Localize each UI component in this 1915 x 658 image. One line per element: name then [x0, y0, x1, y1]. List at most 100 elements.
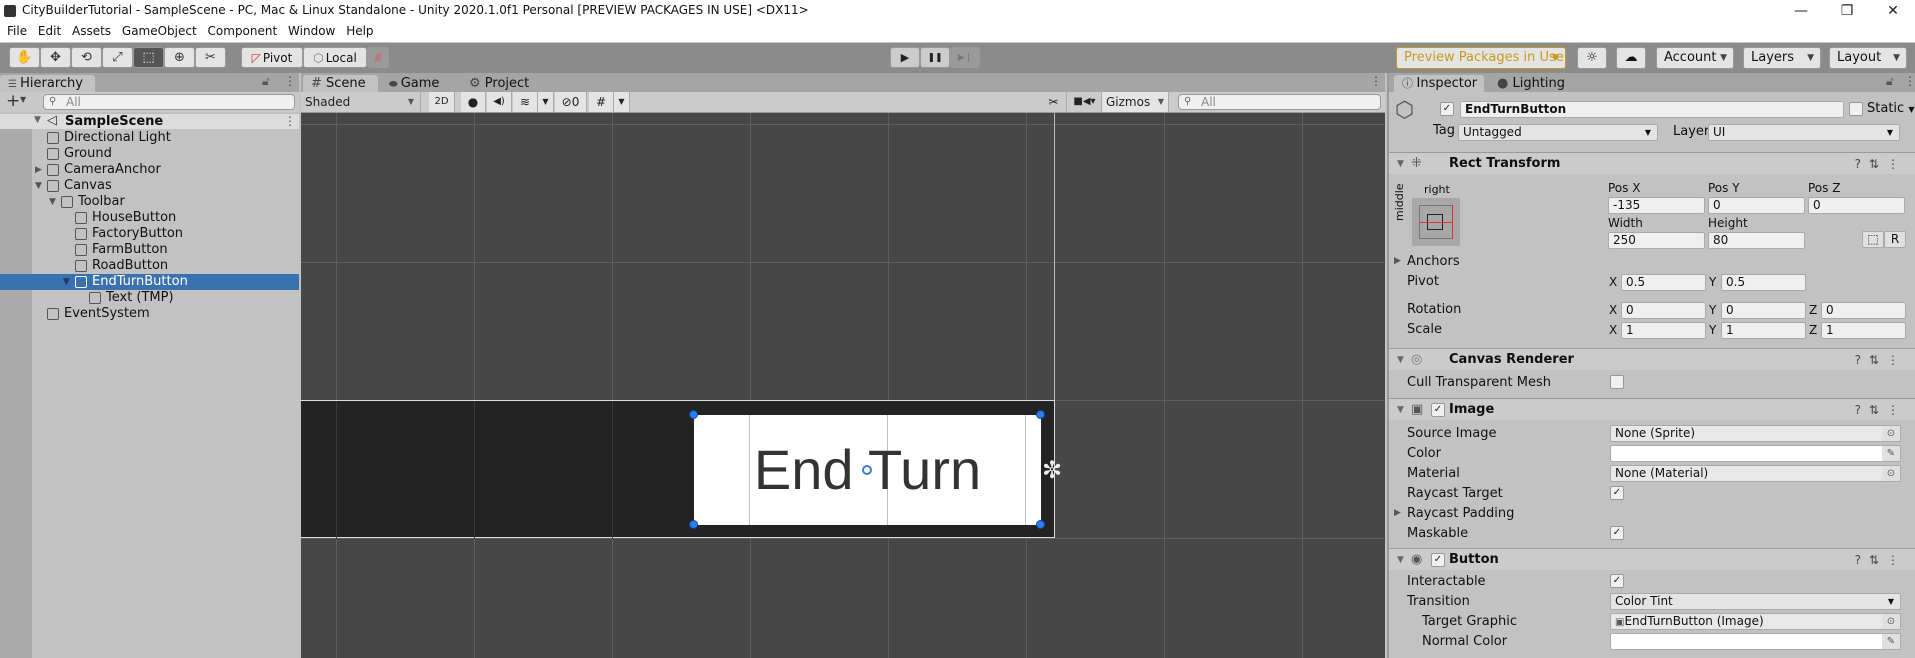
raw-edit-button[interactable]: R	[1884, 231, 1906, 248]
object-picker-icon[interactable]: ⊙	[1882, 426, 1900, 441]
minimize-button[interactable]: —	[1778, 0, 1824, 22]
pos-z-input[interactable]: 0	[1808, 197, 1905, 214]
transform-tool-button[interactable]: ⊕	[164, 47, 195, 68]
audio-toggle[interactable]: ◀)	[487, 92, 512, 112]
maskable-checkbox[interactable]: ✓	[1610, 526, 1624, 540]
scene-viewport[interactable]: End Turn ✼	[301, 113, 1385, 658]
hierarchy-item[interactable]: RoadButton	[0, 258, 299, 274]
layers-dropdown[interactable]: Layers ▼	[1743, 47, 1821, 69]
chevron-down-icon[interactable]: ▼	[20, 95, 26, 104]
cloud-button[interactable]: ☁	[1616, 47, 1646, 69]
hand-tool-button[interactable]: ✋	[9, 47, 40, 68]
object-picker-icon[interactable]: ⊙	[1882, 466, 1900, 481]
rotation-z-input[interactable]: 0	[1821, 302, 1906, 319]
tab-game[interactable]: ⬬ Game	[381, 75, 457, 92]
fold-arrow-icon[interactable]: ▶	[35, 162, 42, 178]
component-header-icons[interactable]: ?⇅⋮	[1855, 549, 1907, 571]
color-field[interactable]: ✎	[1610, 445, 1901, 462]
maximize-button[interactable]: ❐	[1824, 0, 1870, 22]
hierarchy-search-input[interactable]: ⚲ All	[43, 94, 295, 110]
menu-assets[interactable]: Assets	[65, 22, 111, 38]
image-enabled-checkbox[interactable]: ✓	[1431, 403, 1445, 417]
resize-handle-bottom-right[interactable]	[1036, 520, 1045, 529]
width-input[interactable]: 250	[1608, 232, 1705, 249]
fold-arrow-icon[interactable]: ▼	[1397, 153, 1404, 175]
cull-transparent-mesh-checkbox[interactable]	[1610, 375, 1624, 389]
grid-dropdown[interactable]: ▼	[614, 92, 630, 112]
blueprint-mode-button[interactable]: ⬚	[1862, 231, 1884, 248]
eyedropper-icon[interactable]: ✎	[1882, 634, 1900, 649]
layer-dropdown[interactable]: UI ▼	[1708, 124, 1900, 141]
hierarchy-item[interactable]: Ground	[0, 146, 299, 162]
fold-arrow-icon[interactable]: ▼	[49, 194, 56, 210]
target-graphic-field[interactable]: ▣EndTurnButton (Image) ⊙	[1610, 613, 1901, 630]
source-image-field[interactable]: None (Sprite) ⊙	[1610, 425, 1901, 442]
fold-arrow-icon[interactable]: ▼	[35, 178, 42, 194]
height-input[interactable]: 80	[1708, 232, 1805, 249]
transition-dropdown[interactable]: Color Tint ▼	[1610, 593, 1901, 610]
active-checkbox[interactable]: ✓	[1440, 102, 1454, 116]
tab-lighting[interactable]: ● Lighting	[1489, 75, 1579, 92]
close-button[interactable]: ✕	[1870, 0, 1915, 22]
pos-x-input[interactable]: -135	[1608, 197, 1705, 214]
object-picker-icon[interactable]: ⊙	[1882, 614, 1900, 629]
hierarchy-item[interactable]: FactoryButton	[0, 226, 299, 242]
pos-y-input[interactable]: 0	[1708, 197, 1805, 214]
resize-handle-bottom-left[interactable]	[689, 520, 698, 529]
lighting-toggle[interactable]: ●	[461, 92, 486, 112]
image-component-header[interactable]: ▼ ▣ ✓ Image ?⇅⋮	[1389, 398, 1915, 420]
button-component-header[interactable]: ▼ ◉ ✓ Button ?⇅⋮	[1389, 548, 1915, 570]
pivot-toggle[interactable]: ◸ Pivot	[241, 47, 303, 68]
normal-color-field[interactable]: ✎	[1610, 633, 1901, 650]
fold-arrow-icon[interactable]: ▼	[63, 274, 70, 290]
scale-x-input[interactable]: 1	[1621, 322, 1706, 339]
more-options-icon[interactable]: ⋮	[284, 114, 296, 128]
menu-component[interactable]: Component	[201, 22, 278, 38]
pivot-handle[interactable]	[862, 465, 872, 475]
menu-help[interactable]: Help	[339, 22, 373, 38]
effects-toggle[interactable]: ≋	[513, 92, 538, 112]
resize-handle-top-right[interactable]	[1036, 410, 1045, 419]
fold-arrow-icon[interactable]: ▼	[1397, 549, 1404, 571]
rect-transform-header[interactable]: ▼ ⁜ Rect Transform ?⇅⋮	[1389, 152, 1915, 174]
lock-icon[interactable]: 🔓︎	[1886, 74, 1894, 89]
fold-arrow-icon[interactable]: ▼	[34, 115, 41, 125]
resize-handle-top-left[interactable]	[689, 410, 698, 419]
raycast-padding-label[interactable]: Raycast Padding	[1407, 505, 1514, 523]
pivot-y-input[interactable]: 0.5	[1721, 274, 1806, 291]
more-options-icon[interactable]: ⋮	[1904, 74, 1915, 88]
canvas-renderer-header[interactable]: ▼ ◎ Canvas Renderer ?⇅⋮	[1389, 348, 1915, 370]
material-field[interactable]: None (Material) ⊙	[1610, 465, 1901, 482]
anchors-label[interactable]: Anchors	[1407, 253, 1460, 271]
hierarchy-item[interactable]: ▼ EndTurnButton	[0, 274, 299, 290]
menu-gameobject[interactable]: GameObject	[115, 22, 197, 38]
scale-y-input[interactable]: 1	[1721, 322, 1806, 339]
hierarchy-item[interactable]: Directional Light	[0, 130, 299, 146]
hierarchy-item[interactable]: ▼ Canvas	[0, 178, 299, 194]
interactable-checkbox[interactable]: ✓	[1610, 574, 1624, 588]
raycast-target-checkbox[interactable]: ✓	[1610, 486, 1624, 500]
hierarchy-item[interactable]: ▶ CameraAnchor	[0, 162, 299, 178]
2d-toggle[interactable]: 2D	[429, 92, 455, 112]
hierarchy-item[interactable]: ▼ Toolbar	[0, 194, 299, 210]
more-options-icon[interactable]: ⋮	[284, 74, 296, 88]
menu-window[interactable]: Window	[281, 22, 335, 38]
fold-arrow-icon[interactable]: ▶	[1394, 256, 1401, 266]
tab-project-settings[interactable]: ⚙ Project Settings	[461, 75, 581, 108]
fold-arrow-icon[interactable]: ▶	[1394, 508, 1401, 518]
layout-dropdown[interactable]: Layout ▼	[1829, 47, 1907, 69]
static-dropdown[interactable]: Static ▼	[1867, 101, 1914, 116]
step-button[interactable]: ▶❘	[950, 47, 980, 68]
collab-button[interactable]: ☼	[1577, 47, 1607, 69]
hierarchy-item[interactable]: FarmButton	[0, 242, 299, 258]
tab-inspector[interactable]: ⓘ Inspector	[1394, 75, 1484, 92]
end-turn-button-preview[interactable]: End Turn	[694, 415, 1041, 525]
scale-z-input[interactable]: 1	[1821, 322, 1906, 339]
tag-dropdown[interactable]: Untagged ▼	[1458, 124, 1658, 141]
tab-scene[interactable]: # Scene	[303, 75, 378, 92]
custom-tool-button[interactable]: ✂	[195, 47, 226, 68]
lock-icon[interactable]: 🔓︎	[262, 74, 270, 89]
grid-toggle[interactable]: #	[589, 92, 614, 112]
grid-snap-button[interactable]: #	[367, 47, 389, 68]
hierarchy-item[interactable]: HouseButton	[0, 210, 299, 226]
